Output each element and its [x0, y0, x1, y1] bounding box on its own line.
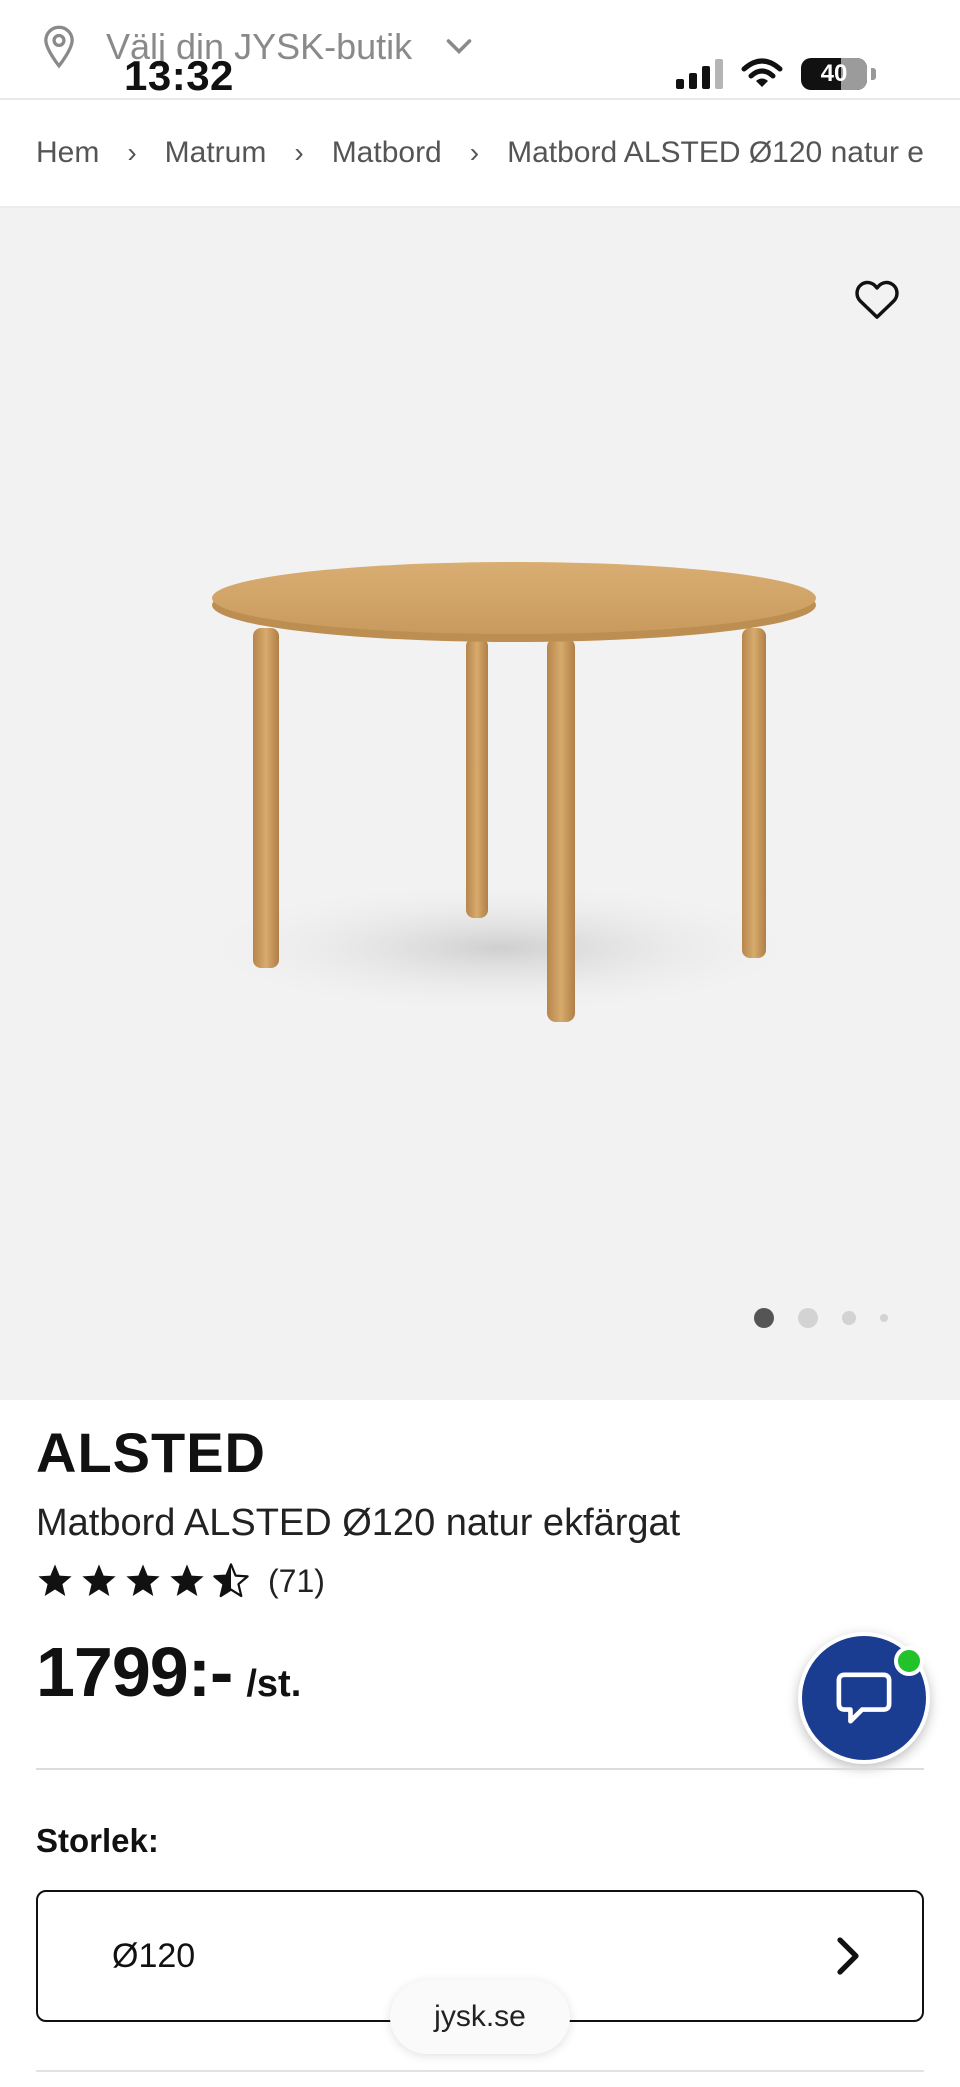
chat-button[interactable]: [798, 1632, 930, 1764]
store-selector[interactable]: Välj din JYSK-butik: [38, 24, 474, 70]
breadcrumb-matbord[interactable]: Matbord: [332, 136, 442, 170]
status-bar: Välj din JYSK-butik 13:32 40: [0, 0, 960, 100]
price-amount: 1799:-: [36, 1633, 233, 1711]
product-brand: ALSTED: [36, 1421, 266, 1484]
breadcrumb-current: Matbord ALSTED Ø120 natur ekfä: [507, 136, 924, 169]
chevron-right-icon: ›: [294, 137, 304, 168]
product-gallery[interactable]: [0, 208, 960, 1400]
product-price: 1799:- /st.: [36, 1632, 301, 1712]
gallery-dot[interactable]: [798, 1308, 818, 1328]
chevron-right-icon: ›: [127, 137, 137, 168]
cellular-signal-icon: [676, 59, 723, 89]
gallery-dot-active[interactable]: [754, 1308, 774, 1328]
divider: [36, 1768, 924, 1770]
size-label: Storlek:: [36, 1822, 159, 1859]
breadcrumb: Hem › Matrum › Matbord › Matbord ALSTED …: [36, 100, 924, 206]
wifi-icon: [741, 58, 783, 87]
favorite-heart-icon[interactable]: [854, 278, 900, 320]
size-selected-value: Ø120: [112, 1936, 196, 1975]
gallery-dot[interactable]: [842, 1311, 856, 1325]
star-full-icon: [38, 1564, 72, 1597]
star-full-icon: [82, 1564, 116, 1597]
price-unit: /st.: [246, 1663, 302, 1705]
breadcrumb-home[interactable]: Hem: [36, 136, 99, 170]
star-half-icon: [213, 1563, 249, 1598]
status-time: 13:32: [124, 52, 234, 99]
battery-icon: 40: [801, 58, 867, 90]
product-image: [180, 562, 820, 1022]
divider: [36, 2070, 924, 2072]
star-full-icon: [126, 1564, 160, 1597]
chevron-right-icon: ›: [469, 137, 480, 168]
battery-level: 40: [820, 60, 848, 87]
breadcrumb-matrum[interactable]: Matrum: [165, 136, 267, 170]
star-full-icon: [170, 1564, 204, 1597]
gallery-dot[interactable]: [880, 1314, 888, 1322]
chat-bubble-icon: [836, 1672, 892, 1724]
browser-url-bar[interactable]: jysk.se: [390, 1980, 570, 2054]
review-count[interactable]: (71): [268, 1563, 325, 1600]
system-icons: 40: [676, 58, 876, 90]
location-pin-icon: [44, 25, 74, 69]
gallery-pagination: [754, 1308, 888, 1328]
chevron-right-icon: [837, 1937, 859, 1975]
product-rating[interactable]: (71): [36, 1562, 325, 1600]
product-name: Matbord ALSTED Ø120 natur ekfärgat: [36, 1502, 681, 1544]
online-status-indicator: [894, 1646, 924, 1676]
chevron-down-icon: [446, 39, 472, 55]
